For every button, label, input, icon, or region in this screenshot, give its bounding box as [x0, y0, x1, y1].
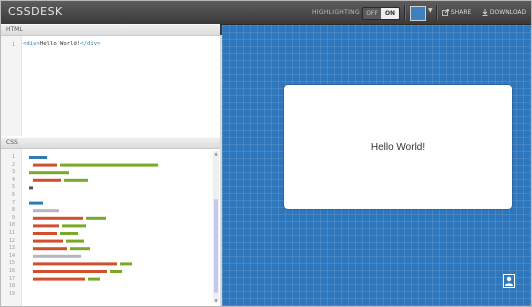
preview-card: Hello World! — [284, 85, 512, 209]
app-window: CSSDESK HIGHLIGHTING OFF ON ▼ SHARE DOWN… — [0, 0, 532, 307]
line-number: 1 — [11, 154, 15, 160]
download-button[interactable]: DOWNLOAD — [482, 9, 526, 16]
share-icon — [442, 9, 449, 16]
line-number: 4 — [11, 176, 15, 183]
line-number: 8 — [11, 207, 15, 214]
user-icon[interactable] — [503, 274, 515, 288]
line-number: 9 — [11, 214, 15, 221]
preview-pane: Hello World! — [222, 25, 531, 306]
scroll-down-arrow-icon[interactable]: ▼ — [213, 298, 219, 303]
toolbar-divider — [404, 5, 405, 20]
line-number: 12 — [8, 237, 15, 244]
preview-text: Hello World! — [370, 141, 426, 153]
line-number: 11 — [8, 230, 15, 236]
html-editor[interactable]: <div>Hello World!</div> — [23, 41, 100, 49]
line-number: 3 — [11, 169, 15, 176]
line-number: 5 — [11, 184, 15, 191]
highlighting-label: HIGHLIGHTING — [312, 9, 360, 16]
css-line-gutter: 1 2 3 4 5 6 7 8 9 10 11 12 13 14 15 16 1… — [1, 149, 22, 306]
line-number: 16 — [8, 268, 15, 274]
caret-down-icon[interactable]: ▼ — [428, 7, 433, 14]
code-line: <div>Hello World!</div> — [23, 41, 101, 47]
css-panel-title: CSS — [6, 139, 18, 146]
app-logo: CSSDESK — [8, 5, 63, 18]
line-number: 7 — [11, 199, 15, 206]
css-scrollbar[interactable]: ▲ ▼ — [213, 151, 219, 303]
html-panel-title: HTML — [6, 26, 23, 33]
css-editor[interactable] — [23, 151, 211, 303]
highlighting-toggle[interactable]: OFF ON — [362, 7, 400, 20]
download-icon — [482, 9, 488, 16]
share-label: SHARE — [450, 9, 472, 16]
line-number: 6 — [11, 192, 15, 198]
background-color-swatch[interactable] — [410, 6, 426, 21]
line-number: 1 — [11, 42, 15, 48]
html-panel-header: HTML — [1, 24, 220, 36]
line-number: 18 — [8, 283, 15, 290]
line-number: 13 — [8, 245, 15, 252]
line-number: 17 — [8, 275, 15, 282]
line-number: 19 — [8, 290, 15, 297]
share-button[interactable]: SHARE — [442, 9, 471, 16]
css-code-lines — [29, 156, 158, 281]
toggle-off-option[interactable]: OFF — [363, 8, 381, 19]
scroll-up-arrow-icon[interactable]: ▲ — [213, 151, 219, 156]
line-number: 15 — [8, 260, 15, 267]
css-panel-header: CSS — [1, 137, 220, 149]
toggle-on-option[interactable]: ON — [381, 8, 399, 19]
top-bar: CSSDESK HIGHLIGHTING OFF ON ▼ SHARE DOWN… — [1, 1, 531, 25]
toolbar-divider — [436, 5, 437, 20]
download-label: DOWNLOAD — [489, 9, 527, 16]
html-line-gutter: 1 — [1, 36, 22, 136]
line-number: 14 — [8, 252, 15, 259]
line-number: 10 — [8, 222, 15, 229]
scroll-thumb[interactable] — [214, 199, 218, 293]
line-number: 2 — [11, 161, 15, 168]
